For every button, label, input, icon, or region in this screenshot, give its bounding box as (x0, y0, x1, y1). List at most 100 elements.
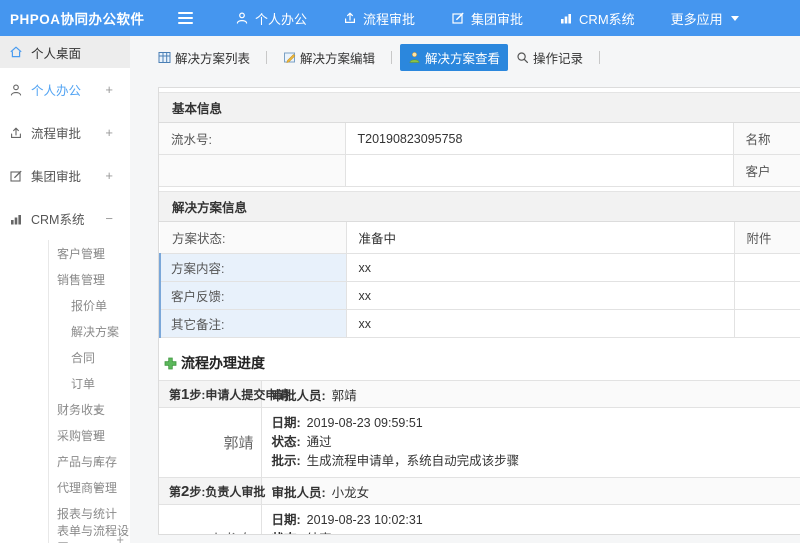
hamburger-menu-icon[interactable] (178, 12, 193, 24)
table-row: 方案状态: 准备中 附件 (160, 222, 800, 254)
progress-detail-row: 小龙女 日期:2019-08-23 10:02:31 状态:结束 批示:通过 (159, 504, 800, 534)
top-nav-label: 流程审批 (363, 11, 416, 27)
expand-icon[interactable]: + (93, 454, 101, 469)
collapse-icon[interactable]: − (93, 272, 101, 287)
app-brand: PHPOA协同办公软件 (10, 12, 145, 27)
sidebar-item-solution[interactable]: 解决方案 (49, 318, 130, 344)
search-icon (516, 51, 529, 64)
plus-green-icon (164, 357, 177, 370)
tab-solution-list[interactable]: 解决方案列表 (150, 44, 258, 71)
solution-detail-panel: 基本信息 流水号: T20190823095758 名称 客户 解决方案信息 方… (158, 87, 800, 535)
table-row: 客户 (159, 154, 800, 187)
sidebar: 个人桌面 个人办公 + 流程审批 + 集团审批 + CRM系统 − 客户管理 + (0, 36, 131, 543)
top-nav: 个人办公 流程审批 集团审批 CRM系统 更多应用 (235, 9, 739, 28)
top-nav-crm-system[interactable]: CRM系统 (559, 9, 635, 28)
group-approve-icon (451, 11, 465, 25)
field-value-content: xx (346, 253, 735, 282)
tab-label: 解决方案编辑 (300, 51, 376, 66)
top-nav-more-apps[interactable]: 更多应用 (671, 9, 739, 28)
sidebar-item-label: 报价单 (71, 298, 108, 313)
sidebar-item-desktop[interactable]: 个人桌面 (0, 36, 130, 68)
tab-solution-edit[interactable]: 解决方案编辑 (275, 44, 383, 71)
top-nav-label: 更多应用 (670, 11, 723, 27)
sidebar-item-quotation[interactable]: 报价单 (49, 292, 130, 318)
user-icon (235, 11, 249, 25)
sidebar-item-finance[interactable]: 财务收支 + (49, 396, 130, 422)
section-header-basic-info: 基本信息 (159, 92, 800, 123)
approver-name: 小龙女 (331, 485, 370, 500)
field-label: 其它备注: (159, 309, 347, 338)
top-nav-label: 集团审批 (471, 11, 524, 27)
progress-table: 第1步:申请人提交申请 审批人员: 郭靖 郭靖 日期: 2019-08-23 09:… (159, 380, 800, 534)
sidebar-item-label: 合同 (71, 350, 96, 365)
field-value-remark: xx (346, 309, 735, 338)
sidebar-item-customer-management[interactable]: 客户管理 + (49, 240, 130, 266)
home-icon (9, 45, 23, 59)
approver-name-cell: 郭靖 (159, 407, 262, 478)
expand-icon[interactable]: + (93, 428, 101, 443)
person-view-icon (408, 51, 421, 64)
collapse-icon[interactable]: − (105, 211, 113, 226)
detail-date-line: 日期: 2019-08-23 10:02:31 (271, 513, 423, 527)
progress-detail-row: 郭靖 日期: 2019-08-23 09:59:51 状态: 通过 批示: 生成流程申… (159, 407, 800, 478)
field-value (734, 281, 800, 310)
top-nav-group-approval[interactable]: 集团审批 (451, 9, 523, 28)
expand-icon[interactable]: + (93, 246, 101, 261)
group-approve-icon (9, 169, 23, 183)
top-nav-label: 个人办公 (255, 11, 308, 27)
table-row: 方案内容: xx (159, 253, 800, 282)
tab-separator (391, 50, 393, 64)
step-detail: 日期: 2019-08-23 09:59:51 状态: 通过 批示: 生成流程申请单，… (261, 407, 800, 478)
expand-icon[interactable]: + (105, 125, 113, 140)
top-bar: PHPOA协同办公软件 个人办公 流程审批 集团审批 CRM系统 更多应用 (0, 0, 800, 36)
field-label: 附件 (734, 222, 800, 254)
tab-solution-view[interactable]: 解决方案查看 (400, 43, 509, 71)
step-approver: 审批人员: 小龙女 (261, 477, 800, 505)
bar-chart-icon (9, 212, 23, 226)
table-row: 流水号: T20190823095758 名称 (159, 123, 800, 155)
crm-submenu: 客户管理 + 销售管理 − 报价单 解决方案 合同 订单 财务收支 + 采购管理… (48, 240, 130, 543)
progress-step-row: 第1步:申请人提交申请 审批人员: 郭靖 (159, 380, 800, 408)
tab-label: 解决方案查看 (425, 51, 501, 66)
expand-icon[interactable]: + (93, 480, 101, 495)
sidebar-item-label: 报表与统计 (57, 506, 118, 521)
table-row: 其它备注: xx (159, 309, 800, 338)
expand-icon[interactable]: + (93, 402, 101, 417)
sidebar-item-crm-system[interactable]: CRM系统 − (0, 197, 130, 240)
sidebar-item-label: CRM系统 (31, 213, 85, 227)
expand-icon[interactable]: + (116, 532, 124, 543)
sidebar-item-group-approval[interactable]: 集团审批 + (0, 154, 130, 197)
field-label: 方案内容: (159, 253, 347, 282)
step-approver: 审批人员: 郭靖 (261, 380, 800, 408)
section-header-solution-info: 解决方案信息 (159, 191, 800, 222)
sidebar-item-workflow-approval[interactable]: 流程审批 + (0, 111, 130, 154)
field-label: 方案状态: (160, 222, 347, 254)
detail-date-line: 日期: 2019-08-23 09:59:51 (271, 416, 423, 430)
sidebar-item-form-flow-settings[interactable]: 表单与流程设置 + (49, 524, 130, 543)
field-label: 名称 (733, 123, 800, 155)
tab-label: 操作记录 (533, 51, 584, 66)
sidebar-item-label: 流程审批 (31, 127, 82, 141)
sidebar-item-product-inventory[interactable]: 产品与库存 + (49, 448, 130, 474)
step-label: 第2步:负责人审批 (159, 477, 265, 505)
flow-upload-icon (343, 11, 357, 25)
sidebar-item-sales-management[interactable]: 销售管理 − (49, 266, 130, 292)
tab-operation-log[interactable]: 操作记录 (508, 44, 591, 71)
sidebar-item-order[interactable]: 订单 (49, 370, 130, 396)
tab-label: 解决方案列表 (175, 51, 251, 66)
progress-section-title: 流程办理进度 (164, 353, 800, 373)
sidebar-item-agent-management[interactable]: 代理商管理 + (49, 474, 130, 500)
top-nav-personal-office[interactable]: 个人办公 (235, 9, 307, 28)
sidebar-item-contract[interactable]: 合同 (49, 344, 130, 370)
tab-bar: 解决方案列表 解决方案编辑 解决方案查看 操作记录 (130, 36, 800, 78)
sidebar-item-purchase-management[interactable]: 采购管理 + (49, 422, 130, 448)
expand-icon[interactable]: + (105, 168, 113, 183)
sidebar-item-label: 解决方案 (71, 324, 120, 339)
top-nav-workflow-approval[interactable]: 流程审批 (343, 9, 415, 28)
field-label: 客户反馈: (159, 281, 347, 310)
approver-name-cell: 小龙女 (159, 504, 262, 534)
detail-status-line: 状态: 通过 (271, 435, 332, 449)
flow-upload-icon (9, 126, 23, 140)
expand-icon[interactable]: + (105, 82, 113, 97)
sidebar-item-personal-office[interactable]: 个人办公 + (0, 68, 130, 111)
